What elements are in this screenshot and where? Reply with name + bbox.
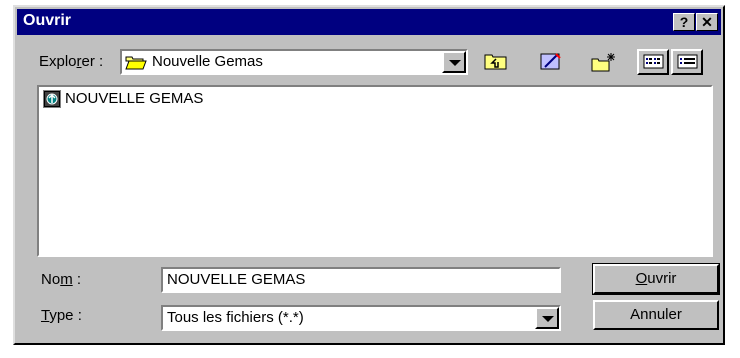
list-view-button[interactable] xyxy=(637,49,669,75)
application-icon xyxy=(43,90,61,112)
lookin-combo[interactable]: Nouvelle Gemas xyxy=(120,49,468,75)
lookin-label: Explorer : xyxy=(39,53,104,70)
filename-value: NOUVELLE GEMAS xyxy=(167,271,306,288)
help-button[interactable]: ? xyxy=(673,13,695,31)
filetype-dropdown-button[interactable] xyxy=(535,307,559,329)
desktop-button[interactable] xyxy=(535,49,567,75)
details-view-button[interactable] xyxy=(671,49,703,75)
folder-open-icon xyxy=(125,54,147,74)
list-item-label: NOUVELLE GEMAS xyxy=(65,90,204,107)
chevron-down-icon xyxy=(542,316,554,322)
filename-input[interactable]: NOUVELLE GEMAS xyxy=(161,267,561,293)
open-dialog: Ouvrir ? ✕ Explorer : Nouvelle Gemas NOU… xyxy=(13,5,725,345)
filetype-value: Tous les fichiers (*.*) xyxy=(167,309,304,326)
new-folder-button[interactable] xyxy=(587,49,619,75)
open-button[interactable]: Ouvrir xyxy=(592,263,720,295)
filetype-label: Type : xyxy=(41,307,82,324)
lookin-value: Nouvelle Gemas xyxy=(152,53,263,70)
file-list[interactable]: NOUVELLE GEMAS xyxy=(37,85,713,257)
chevron-down-icon xyxy=(449,60,461,66)
close-button[interactable]: ✕ xyxy=(696,13,718,31)
lookin-dropdown-button[interactable] xyxy=(442,51,466,73)
filename-label: Nom : xyxy=(41,271,82,288)
title-bar[interactable]: Ouvrir ? ✕ xyxy=(17,9,721,35)
cancel-button[interactable]: Annuler xyxy=(593,300,719,330)
filetype-select[interactable]: Tous les fichiers (*.*) xyxy=(161,305,561,331)
dialog-title: Ouvrir xyxy=(23,12,72,29)
up-one-level-button[interactable] xyxy=(480,49,512,75)
